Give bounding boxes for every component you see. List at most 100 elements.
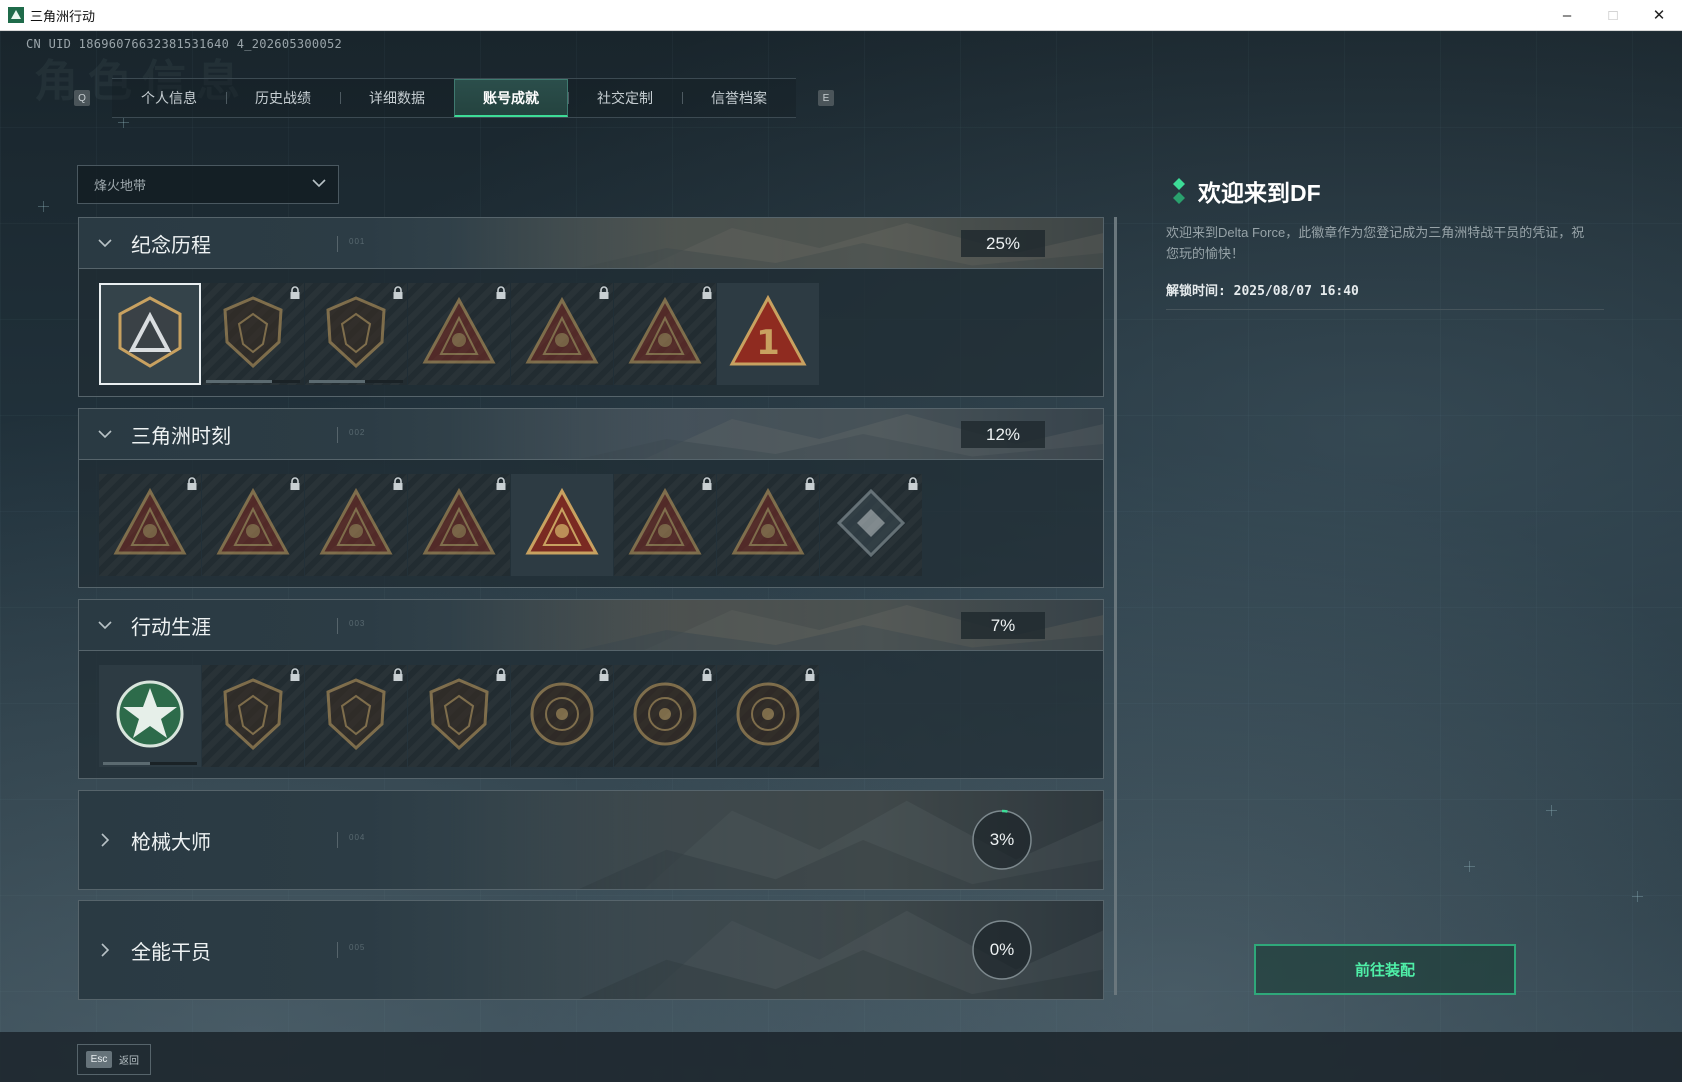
lock-icon	[598, 286, 610, 300]
achievement-badge[interactable]	[305, 665, 407, 767]
category-scrollbar[interactable]	[1114, 217, 1117, 995]
category-divider	[337, 618, 338, 634]
tab-prev-key[interactable]: Q	[74, 90, 90, 106]
group-triangle-badge-icon	[625, 483, 705, 568]
esc-key: Esc	[86, 1051, 112, 1068]
decor-cross-icon	[118, 117, 129, 128]
chevron-down-icon[interactable]	[79, 409, 131, 459]
category-1: 纪念历程 001 25% 1	[78, 217, 1104, 397]
fox-shield-badge-icon	[213, 674, 293, 759]
category-percent: 3%	[989, 830, 1015, 849]
category-percent: 7%	[961, 612, 1045, 639]
lock-icon	[804, 477, 816, 491]
tab-5[interactable]: 社交定制	[568, 79, 682, 117]
badge-row: 1	[79, 269, 1103, 396]
equip-button[interactable]: 前往装配	[1254, 944, 1516, 995]
category-percent: 0%	[989, 940, 1015, 959]
achievement-badge[interactable]	[202, 665, 304, 767]
achievement-badge[interactable]	[820, 474, 922, 576]
decor-cross-icon	[38, 201, 49, 212]
category-5: 全能干员 005 0%	[78, 900, 1104, 1000]
achievement-badge[interactable]	[99, 283, 201, 385]
achievement-badge[interactable]	[408, 283, 510, 385]
lock-icon	[289, 477, 301, 491]
achievement-badge[interactable]: 1	[717, 283, 819, 385]
achievement-badge[interactable]	[511, 283, 613, 385]
number-one-triangle-badge-icon: 1	[728, 292, 808, 377]
achievement-badge[interactable]	[717, 665, 819, 767]
achievement-badge[interactable]	[99, 474, 201, 576]
diamond-cube-badge-icon	[831, 483, 911, 568]
tab-2[interactable]: 历史战绩	[226, 79, 340, 117]
lock-icon	[392, 668, 404, 682]
crate-triangle-badge-icon	[110, 483, 190, 568]
category-title: 行动生涯	[131, 616, 211, 639]
achievement-badge[interactable]	[511, 474, 613, 576]
achievement-badge[interactable]	[305, 283, 407, 385]
lock-icon	[495, 286, 507, 300]
achievement-badge[interactable]	[99, 665, 201, 767]
achievement-badge[interactable]	[614, 283, 716, 385]
tab-1[interactable]: 个人信息	[112, 79, 226, 117]
lock-icon	[392, 477, 404, 491]
tab-6[interactable]: 信誉档案	[682, 79, 796, 117]
achievement-badge[interactable]	[408, 665, 510, 767]
category-header[interactable]: 三角洲时刻 002 12%	[79, 409, 1103, 460]
lock-icon	[701, 286, 713, 300]
skull-circle-badge-icon	[625, 674, 705, 759]
tab-strip: 个人信息 历史战绩 详细数据 账号成就 社交定制 信誉档案	[112, 78, 796, 118]
decor-cross-icon	[1546, 805, 1557, 816]
category-divider	[337, 427, 338, 443]
achievement-badge[interactable]	[202, 474, 304, 576]
ring-emblem-badge-icon	[522, 674, 602, 759]
helicopter-badge-icon	[213, 292, 293, 377]
category-2: 三角洲时刻 002 12%	[78, 408, 1104, 588]
category-code: 004	[349, 833, 366, 842]
category-divider	[337, 942, 338, 958]
chevron-down-icon[interactable]	[79, 218, 131, 268]
lock-icon	[598, 668, 610, 682]
badge-progress-bar	[103, 762, 197, 765]
lock-icon	[907, 477, 919, 491]
category-header[interactable]: 枪械大师 004 3%	[79, 791, 1103, 889]
category-header[interactable]: 全能干员 005 0%	[79, 901, 1103, 999]
tab-next-key[interactable]: E	[818, 90, 834, 106]
badge-progress-bar	[206, 380, 300, 383]
soldier-crest-badge-icon	[419, 292, 499, 377]
window-titlebar: 三角洲行动 – □ ✕	[0, 0, 1682, 31]
chevron-right-icon[interactable]	[79, 791, 131, 889]
season-dropdown[interactable]: 烽火地带	[77, 165, 339, 204]
badge-row	[79, 460, 1103, 587]
minimize-button[interactable]: –	[1544, 0, 1590, 30]
tab-3[interactable]: 详细数据	[340, 79, 454, 117]
category-percent: 12%	[961, 421, 1045, 448]
badge-detail-description: 欢迎来到Delta Force，此徽章作为您登记成为三角洲特战干员的凭证，祝您玩…	[1166, 225, 1585, 261]
window-title: 三角洲行动	[30, 8, 96, 24]
category-4: 枪械大师 004 3%	[78, 790, 1104, 890]
achievement-badge[interactable]	[305, 474, 407, 576]
delta-shield-badge-icon	[110, 292, 190, 377]
back-button[interactable]: Esc 返回	[77, 1044, 151, 1075]
svg-text:1: 1	[756, 323, 780, 363]
badge-unlock-time: 解锁时间: 2025/08/07 16:40	[1166, 280, 1604, 310]
achievement-badge[interactable]	[614, 474, 716, 576]
achievement-badge[interactable]	[202, 283, 304, 385]
badge-row	[79, 651, 1103, 778]
achievement-badge[interactable]	[408, 474, 510, 576]
decor-cross-icon	[1632, 891, 1643, 902]
achievement-badge[interactable]	[511, 665, 613, 767]
lock-icon	[289, 668, 301, 682]
tab-4[interactable]: 账号成就	[454, 79, 568, 117]
close-button[interactable]: ✕	[1636, 0, 1682, 30]
category-title: 三角洲时刻	[131, 425, 231, 448]
chevron-right-icon[interactable]	[79, 901, 131, 999]
achievement-badge[interactable]	[717, 474, 819, 576]
chevron-down-icon[interactable]	[79, 600, 131, 650]
category-percent: 25%	[961, 230, 1045, 257]
category-code: 003	[349, 619, 366, 628]
category-header[interactable]: 行动生涯 003 7%	[79, 600, 1103, 651]
category-header[interactable]: 纪念历程 001 25%	[79, 218, 1103, 269]
maximize-button[interactable]: □	[1590, 0, 1636, 30]
category-divider	[337, 832, 338, 848]
achievement-badge[interactable]	[614, 665, 716, 767]
